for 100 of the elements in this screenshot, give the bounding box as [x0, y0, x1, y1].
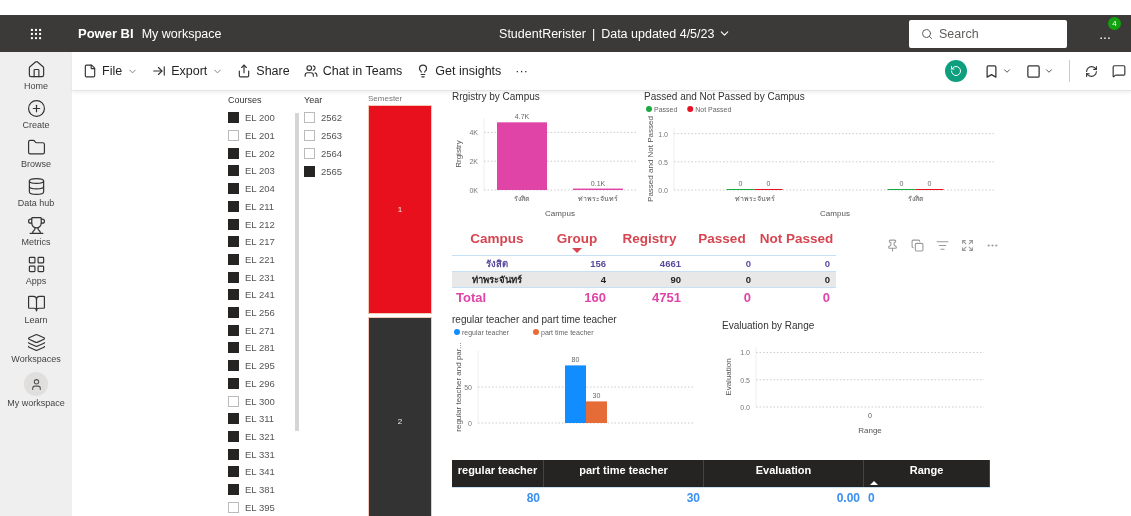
slicer-item-label[interactable]: EL 295	[245, 360, 275, 372]
nav-item[interactable]: Home	[1, 58, 71, 93]
slicer-item-label[interactable]: 2563	[321, 130, 343, 142]
checkbox[interactable]	[304, 148, 315, 159]
axis-title: Passed and Not Passed	[646, 116, 655, 202]
column-header[interactable]: Campus	[452, 231, 542, 246]
table-cell-text: 0	[867, 491, 876, 505]
checkbox[interactable]	[228, 501, 239, 513]
chart-title: Semester	[368, 94, 404, 103]
checkbox[interactable]	[228, 218, 239, 230]
filter-icon[interactable]	[936, 238, 949, 252]
checkbox[interactable]	[304, 112, 315, 124]
slicer-item-label[interactable]: EL 202	[245, 147, 275, 159]
slicer-item-label[interactable]: EL 217	[245, 236, 275, 248]
nav-item[interactable]: Learn	[1, 292, 71, 327]
expand-icon[interactable]	[961, 238, 974, 252]
overflow-button[interactable]: ···	[510, 57, 533, 85]
nav-item[interactable]: Browse	[1, 136, 71, 171]
checkbox[interactable]	[228, 324, 239, 336]
column-header[interactable]: Passed	[687, 231, 757, 246]
slicer-item-label[interactable]: EL 204	[245, 183, 275, 195]
slicer-item-label[interactable]: EL 381	[245, 484, 275, 496]
column-header[interactable]: Registry	[612, 231, 687, 246]
table-cell-text: 0	[823, 258, 831, 269]
slicer-item-label[interactable]: EL 321	[245, 431, 275, 442]
checkbox[interactable]	[228, 289, 239, 301]
slicer-item-label[interactable]: EL 300	[245, 395, 275, 407]
checkbox[interactable]	[228, 377, 239, 389]
slicer-item-label[interactable]: EL 212	[245, 218, 275, 230]
checkbox[interactable]	[228, 165, 239, 177]
checkbox[interactable]	[228, 342, 239, 354]
nav-item[interactable]: Metrics	[1, 214, 71, 249]
bar	[497, 122, 547, 190]
nav-item[interactable]: My workspace	[1, 370, 71, 410]
checkbox[interactable]	[228, 183, 239, 195]
nav-item[interactable]: Data hub	[1, 175, 71, 210]
table-cell-text: 0.00	[835, 491, 861, 505]
checkbox[interactable]	[228, 484, 239, 496]
slicer-item-label[interactable]: 2562	[321, 112, 343, 124]
checkbox[interactable]	[228, 271, 239, 283]
nav-item[interactable]: Apps	[1, 253, 71, 288]
checkbox[interactable]	[228, 360, 239, 372]
pin-icon[interactable]	[886, 238, 899, 252]
copy-icon[interactable]	[911, 238, 924, 252]
column-header[interactable]: regular teacher	[452, 460, 544, 487]
slicer-item-label[interactable]: EL 231	[245, 271, 275, 283]
checkbox[interactable]	[228, 466, 239, 478]
column-header[interactable]: Evaluation	[704, 460, 864, 487]
checkbox[interactable]	[228, 200, 239, 212]
slicer-item-label[interactable]: EL 281	[245, 342, 275, 354]
slicer-item-label[interactable]: 2564	[321, 148, 343, 159]
checkbox[interactable]	[228, 395, 239, 407]
slicer-item-label[interactable]: 2565	[321, 165, 343, 177]
column-header[interactable]: Range	[864, 460, 990, 487]
checkbox[interactable]	[228, 236, 239, 248]
slicer-item-label[interactable]: EL 395	[245, 501, 275, 513]
toolbar-button[interactable]: Share	[232, 57, 295, 85]
checkbox[interactable]	[228, 253, 239, 265]
apps-icon	[26, 255, 46, 274]
column-header[interactable]: part time teacher	[544, 460, 704, 487]
checkbox[interactable]	[228, 448, 239, 460]
nav-item[interactable]: Create	[1, 97, 71, 132]
axis-title: Campus	[820, 209, 850, 218]
nav-item[interactable]: Workspaces	[1, 331, 71, 366]
checkbox[interactable]	[228, 431, 239, 442]
checkbox[interactable]	[228, 307, 239, 319]
checkbox[interactable]	[304, 165, 315, 177]
toolbar-button[interactable]: File	[78, 57, 144, 85]
checkbox[interactable]	[304, 130, 315, 142]
database-icon	[26, 177, 46, 196]
separator-text: |	[591, 26, 596, 41]
slicer-item-label[interactable]: EL 341	[245, 466, 275, 478]
slicer-item-label[interactable]: EL 203	[245, 165, 275, 177]
reset-icon[interactable]	[945, 60, 967, 82]
toolbar-button[interactable]: Export	[147, 57, 229, 85]
bookmark-icon	[984, 63, 999, 79]
scrollbar[interactable]	[295, 113, 299, 431]
toolbar-button[interactable]: Chat in Teams	[298, 57, 408, 85]
slicer-item-label[interactable]: EL 201	[245, 130, 275, 142]
slicer-item-label[interactable]: EL 271	[245, 324, 275, 336]
checkbox[interactable]	[228, 112, 239, 124]
slicer-item-label[interactable]: EL 256	[245, 307, 275, 319]
slicer-item-label[interactable]: EL 200	[245, 112, 275, 124]
slicer-item-label[interactable]: EL 211	[245, 200, 275, 212]
column-header[interactable]: Not Passed	[757, 231, 836, 246]
slicer-item-label[interactable]: EL 311	[245, 413, 275, 425]
slicer-item-label[interactable]: EL 331	[245, 448, 275, 460]
total-cell-text: 0	[821, 289, 831, 305]
slicer-item-label[interactable]: EL 221	[245, 253, 275, 265]
people-icon	[303, 64, 318, 78]
data-updated-dropdown[interactable]: Data updated 4/5/23	[601, 26, 732, 41]
toolbar-button[interactable]: Get insights	[411, 57, 507, 85]
checkbox[interactable]	[228, 413, 239, 425]
slicer-item-label[interactable]: EL 296	[245, 377, 275, 389]
checkbox[interactable]	[228, 130, 239, 142]
table-cell-text: 0	[744, 274, 752, 285]
slicer-item-label[interactable]: EL 241	[245, 289, 275, 301]
search-field[interactable]: Search	[909, 19, 1067, 48]
checkbox[interactable]	[228, 147, 239, 159]
more-button[interactable]: ... 4	[1087, 18, 1123, 49]
